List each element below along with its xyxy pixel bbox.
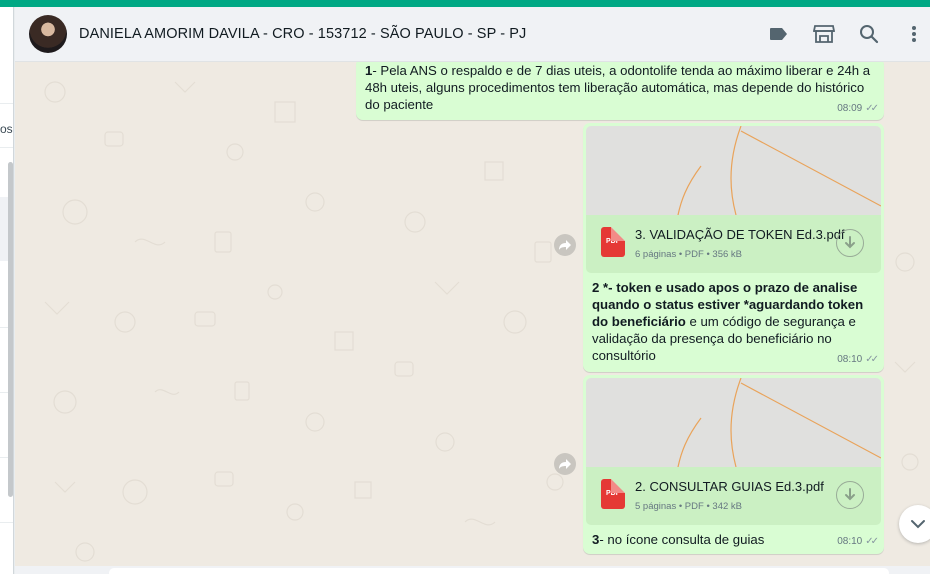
document-message-bubble[interactable]: PDF 3. VALIDAÇÃO DE TOKEN Ed.3.pdf 6 pág…: [583, 123, 884, 372]
top-accent-bar: [0, 0, 930, 7]
catalog-icon[interactable]: [812, 22, 836, 46]
message-input[interactable]: [109, 568, 889, 574]
document-file-info: 6 páginas • PDF • 356 kB: [635, 249, 742, 260]
read-ticks-icon: ✓✓: [865, 536, 879, 547]
document-preview-graphic: [677, 126, 881, 215]
download-icon[interactable]: [836, 229, 864, 257]
forward-icon[interactable]: [554, 234, 576, 256]
pdf-file-icon: PDF: [601, 479, 625, 509]
sidebar-divider: [0, 147, 13, 148]
document-file-info: 5 páginas • PDF • 342 kB: [635, 501, 742, 512]
message-bubble[interactable]: 1- Pela ANS o respaldo e de 7 dias uteis…: [356, 62, 884, 120]
contact-name[interactable]: DANIELA AMORIM DAVILA - CRO - 153712 - S…: [79, 26, 526, 42]
sidebar-scrollbar[interactable]: [8, 162, 13, 497]
message-time: 08:10: [837, 536, 863, 547]
label-icon[interactable]: [767, 22, 791, 46]
conversation-panel[interactable]: 1- Pela ANS o respaldo e de 7 dias uteis…: [15, 62, 930, 574]
chevron-down-icon: [911, 520, 925, 529]
search-icon[interactable]: [857, 22, 881, 46]
compose-footer: [15, 566, 930, 574]
message-meta: 08:09 ✓✓: [837, 100, 879, 117]
sidebar-divider: [0, 522, 13, 523]
pdf-file-icon: PDF: [601, 227, 625, 257]
chat-list-sidebar[interactable]: os: [0, 7, 14, 574]
download-icon[interactable]: [836, 481, 864, 509]
read-ticks-icon: ✓✓: [865, 354, 879, 365]
read-ticks-icon: ✓✓: [865, 103, 879, 114]
message-meta: 08:10 ✓✓: [837, 533, 879, 550]
scroll-to-bottom-button[interactable]: [899, 505, 930, 543]
document-row[interactable]: PDF 2. CONSULTAR GUIAS Ed.3.pdf 5 página…: [586, 467, 881, 525]
message-body: - Pela ANS o respaldo e de 7 dias uteis,…: [365, 63, 871, 112]
chat-header[interactable]: DANIELA AMORIM DAVILA - CRO - 153712 - S…: [15, 7, 930, 62]
message-meta: 08:10 ✓✓: [837, 351, 879, 368]
document-file-name: 3. VALIDAÇÃO DE TOKEN Ed.3.pdf: [635, 227, 845, 242]
document-preview-graphic: [677, 378, 881, 467]
document-row[interactable]: PDF 3. VALIDAÇÃO DE TOKEN Ed.3.pdf 6 pág…: [586, 215, 881, 273]
document-preview[interactable]: [586, 378, 881, 467]
sidebar-divider: [0, 103, 13, 104]
document-preview[interactable]: [586, 126, 881, 215]
message-time: 08:09: [837, 103, 863, 114]
menu-icon[interactable]: [902, 22, 926, 46]
contact-avatar[interactable]: [29, 15, 67, 53]
forward-icon[interactable]: [554, 453, 576, 475]
message-text: 1- Pela ANS o respaldo e de 7 dias uteis…: [365, 62, 875, 113]
caption-text: - no ícone consulta de guias: [599, 532, 765, 547]
message-time: 08:10: [837, 354, 863, 365]
document-file-name: 2. CONSULTAR GUIAS Ed.3.pdf: [635, 479, 824, 494]
sidebar-text-fragment: os: [0, 122, 13, 136]
document-message-bubble[interactable]: PDF 2. CONSULTAR GUIAS Ed.3.pdf 5 página…: [583, 375, 884, 554]
